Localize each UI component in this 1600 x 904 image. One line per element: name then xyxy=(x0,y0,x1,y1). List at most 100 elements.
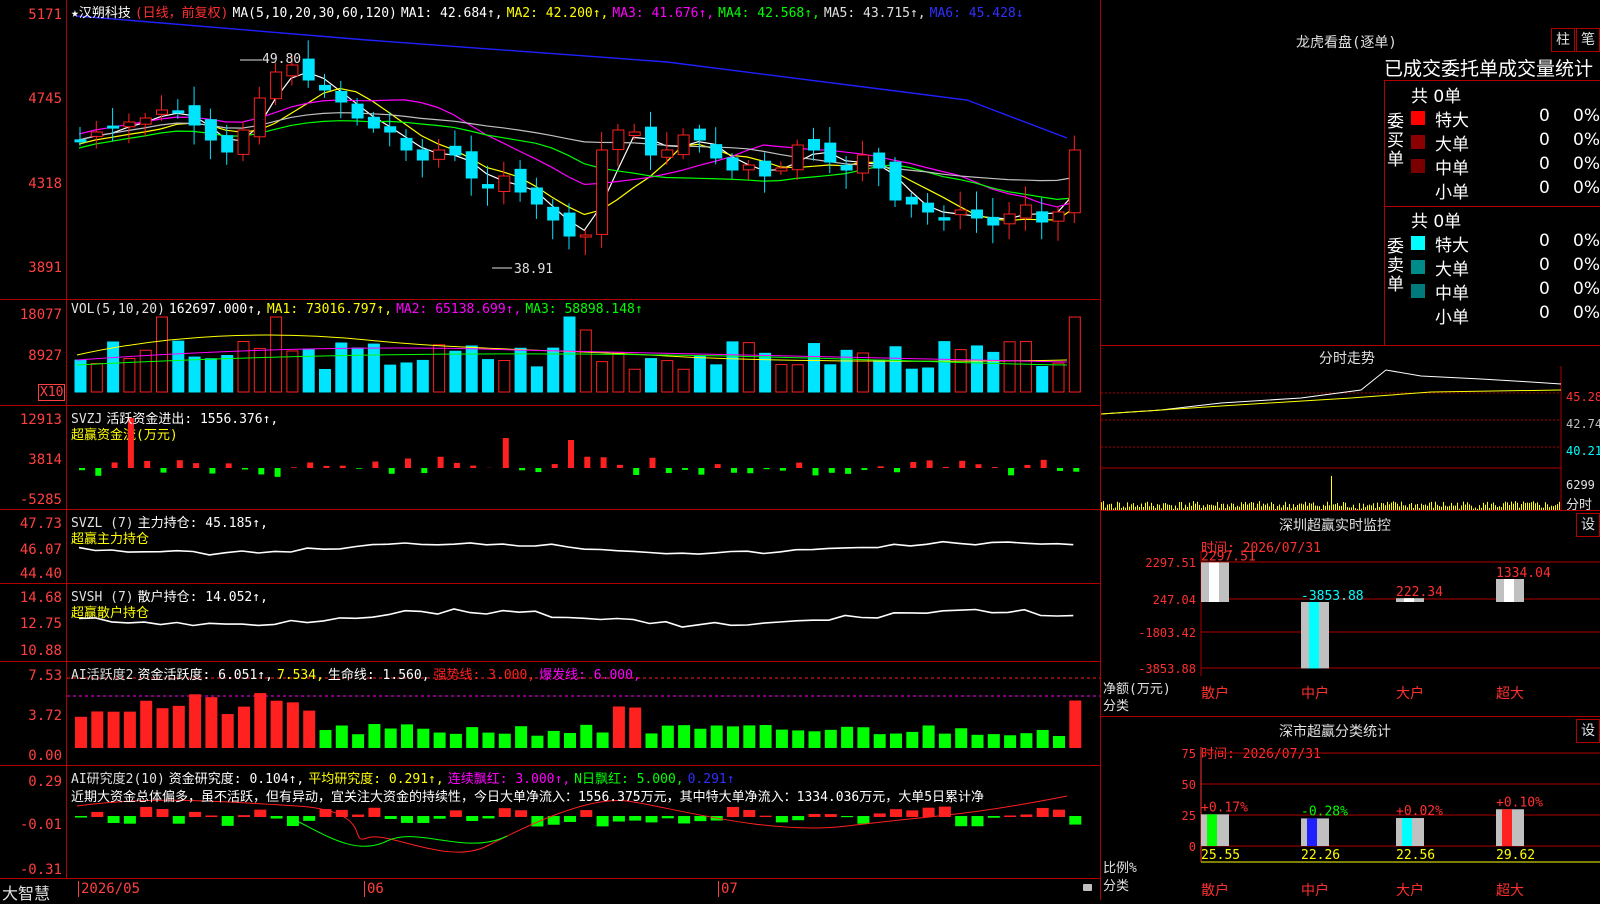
research-bar xyxy=(825,814,837,817)
candle-body xyxy=(368,117,379,128)
sell-row: 大单00% xyxy=(1411,255,1600,277)
flow-bar xyxy=(372,462,378,468)
price-y-tick: 4318 xyxy=(28,176,62,192)
candle-body xyxy=(955,210,966,215)
sz-classify-panel[interactable]: 深市超赢分类统计 设 时间: 2026/07/31 7550250+0.17%2… xyxy=(1100,716,1600,900)
research-bar xyxy=(205,815,217,817)
svzj-name: SVZJ xyxy=(71,412,102,427)
activity-bar xyxy=(466,727,478,748)
volume-bar xyxy=(368,344,379,392)
activity-bar xyxy=(271,701,283,748)
sz-classify-category: 散户 xyxy=(1201,882,1229,899)
ma3-value: MA3: 41.676↑, xyxy=(612,6,714,21)
star-icon[interactable]: ★ xyxy=(71,6,79,21)
ma-label: MA(5,10,20,30,60,120) xyxy=(233,6,397,21)
intraday-volume-bar xyxy=(1331,476,1332,511)
svzl-text: 主力持仓: 45.185↑, xyxy=(138,516,268,531)
buy-row-percent: 0% xyxy=(1573,130,1600,150)
buy-row-percent: 0% xyxy=(1573,178,1600,198)
candle-body xyxy=(173,111,184,113)
svzl-y-tick: 44.40 xyxy=(20,566,62,582)
price-y-axis: 5171 4745 4318 3891 xyxy=(0,0,67,299)
candle-body xyxy=(694,129,705,140)
flow-bar xyxy=(1024,465,1030,468)
lock-icon[interactable] xyxy=(1083,884,1092,891)
candle-body xyxy=(515,169,526,192)
activity-bar xyxy=(809,731,821,748)
research-bar xyxy=(776,816,788,822)
flow-bar xyxy=(95,468,101,476)
sz-classify-chart[interactable]: 7550250+0.17%25.55散户-0.28%22.26中户+0.02%2… xyxy=(1101,717,1600,901)
candle-body xyxy=(450,146,461,155)
activity-bar xyxy=(694,729,706,748)
low-label: 38.91 xyxy=(514,262,553,277)
sz-monitor-chart[interactable]: 2297.51247.04-1803.42-3853.882297.51散户-3… xyxy=(1101,511,1600,717)
candle-body xyxy=(352,104,363,118)
price-pane[interactable]: 5171 4745 4318 3891 ★汉朔科技(日线，前复权)MA(5,10… xyxy=(0,0,1100,300)
svzj-pane[interactable]: 12913 3814 -5285 SVZJ活跃资金进出: 1556.376↑, … xyxy=(0,406,1100,510)
flow-bar xyxy=(1057,468,1063,471)
svsh-pane[interactable]: 14.68 12.75 10.88 SVSH (7)散户持仓: 14.052↑,… xyxy=(0,584,1100,662)
date-tick: 07 xyxy=(718,881,738,897)
ai1-t4: 强势线: 3.000, xyxy=(434,668,536,683)
research-bar xyxy=(760,816,772,817)
volume-bar xyxy=(140,350,151,392)
volume-bar xyxy=(254,348,265,392)
tick-mode-button[interactable]: 笔 xyxy=(1576,28,1600,52)
sz-monitor-panel[interactable]: 深圳超赢实时监控 设 时间: 2026/07/31 2297.51247.04-… xyxy=(1100,510,1600,716)
flow-bar xyxy=(535,468,541,472)
activity-bar xyxy=(955,728,967,748)
ma5-value: MA5: 43.715↑, xyxy=(824,6,926,21)
research-bar xyxy=(629,816,641,821)
flow-bar xyxy=(568,440,574,468)
candle-body xyxy=(906,197,917,204)
research-bar xyxy=(515,810,527,817)
research-bar xyxy=(124,816,136,824)
flow-bar xyxy=(405,458,411,468)
research-bar xyxy=(1053,810,1065,817)
flow-bar xyxy=(698,468,704,475)
buy-color-swatch xyxy=(1411,159,1425,173)
sz-classify-bar-label: 22.56 xyxy=(1396,848,1435,863)
volume-bar xyxy=(678,369,689,392)
ai-activity-pane[interactable]: 7.53 3.72 0.00 AI活跃度2资金活跃度: 6.051↑,7.534… xyxy=(0,662,1100,766)
sell-row: 中单00% xyxy=(1411,279,1600,301)
sz-monitor-y-tick: 247.04 xyxy=(1153,593,1196,607)
vol-ma2: MA2: 65138.699↑, xyxy=(396,302,521,317)
flow-bar xyxy=(943,467,949,468)
vol-header: VOL(5,10,20)162697.000↑,MA1: 73016.797↑,… xyxy=(71,302,647,317)
ai-research-pane[interactable]: 0.29 -0.01 -0.31 AI研究度2(10)资金研究度: 0.104↑… xyxy=(0,766,1100,879)
volume-pane[interactable]: 18077 8927 X10 VOL(5,10,20)162697.000↑,M… xyxy=(0,300,1100,406)
sell-row-percent: 0% xyxy=(1573,231,1600,251)
candle-body xyxy=(254,98,265,137)
sz-monitor-category: 散户 xyxy=(1201,685,1229,702)
flow-bar xyxy=(976,464,982,468)
buy-row-label: 小单 xyxy=(1435,178,1469,203)
high-label: 49.80 xyxy=(262,52,301,67)
activity-bar xyxy=(597,732,609,748)
sz-classify-bar-label: 22.26 xyxy=(1301,848,1340,863)
intraday-chart[interactable] xyxy=(1101,346,1600,511)
activity-bar xyxy=(760,725,772,748)
bar-mode-button[interactable]: 柱 xyxy=(1551,28,1575,52)
candlestick-chart[interactable] xyxy=(67,0,1100,300)
buy-row-count: 0 xyxy=(1539,106,1550,126)
dragon-tabs[interactable]: 已成交委托单成交量统计 xyxy=(1384,54,1600,81)
intraday-vol-label: 6299 xyxy=(1566,478,1595,492)
candle-body xyxy=(108,126,119,128)
bottom-date-bar: 大智慧 2026/05 06 07 xyxy=(0,879,1100,900)
candle-body xyxy=(417,150,428,160)
candle-body xyxy=(320,85,331,90)
price-plot[interactable] xyxy=(67,0,1100,299)
sell-color-swatch xyxy=(1411,236,1425,250)
candle-body xyxy=(711,145,722,158)
svzl-pane[interactable]: 47.73 46.07 44.40 SVZL (7)主力持仓: 45.185↑,… xyxy=(0,510,1100,584)
activity-bar xyxy=(629,708,641,748)
svzl-name: SVZL (7) xyxy=(71,516,134,531)
date-tick: 2026/05 xyxy=(78,881,140,897)
volume-bar xyxy=(222,356,233,392)
intraday-panel[interactable]: 分时走势 45.28 42.74 40.21 6299 分时 xyxy=(1100,345,1600,510)
sz-monitor-bar-highlight xyxy=(1504,579,1514,602)
vol-y-tick: 8927 xyxy=(28,348,62,364)
research-bar xyxy=(238,815,250,817)
